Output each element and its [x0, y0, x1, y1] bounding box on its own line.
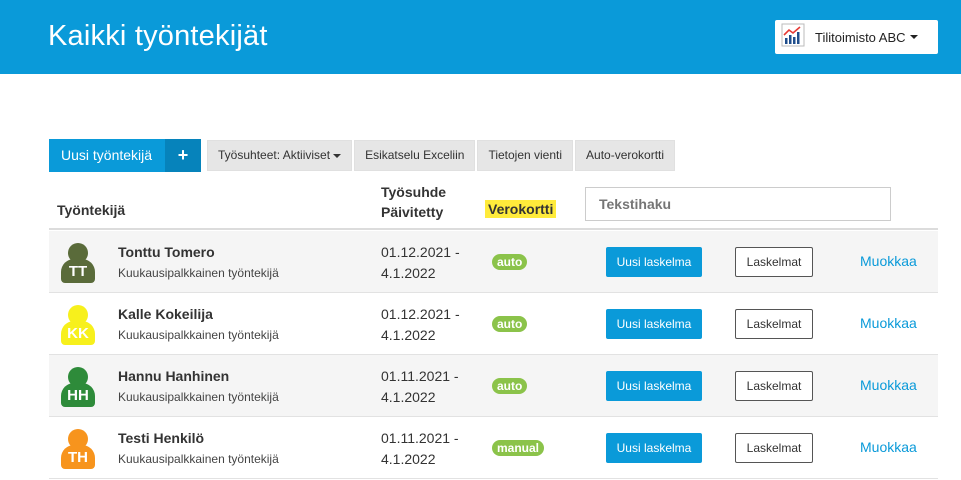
employment-start: 01.11.2021 -	[381, 430, 459, 446]
employment-updated: 4.1.2022	[381, 451, 436, 467]
employments-filter-dropdown[interactable]: Työsuhteet: Aktiiviset	[207, 140, 353, 171]
calculations-button[interactable]: Laskelmat	[735, 247, 813, 277]
new-employee-button[interactable]: Uusi työntekijä +	[49, 139, 201, 172]
column-employment[interactable]: Työsuhde Päivitetty	[381, 182, 446, 222]
employment-start: 01.11.2021 -	[381, 368, 459, 384]
employee-type: Kuukausipalkkainen työntekijä	[118, 390, 279, 404]
employment-start: 01.12.2021 -	[381, 306, 460, 322]
table-row: HH Hannu Hanhinen Kuukausipalkkainen työ…	[49, 355, 938, 417]
new-calculation-button[interactable]: Uusi laskelma	[606, 309, 702, 339]
table-row: TH Testi Henkilö Kuukausipalkkainen työn…	[49, 417, 938, 479]
auto-taxcard-button[interactable]: Auto-verokortti	[575, 140, 676, 171]
avatar-initials: TH	[61, 445, 95, 469]
employment-updated: 4.1.2022	[381, 265, 436, 281]
employment-start: 01.12.2021 -	[381, 244, 460, 260]
avatar-initials: TT	[61, 259, 95, 283]
employment-dates: 01.11.2021 - 4.1.2022	[381, 366, 459, 408]
avatar-initials: HH	[61, 383, 95, 407]
employee-name: Testi Henkilö	[118, 430, 205, 446]
employment-dates: 01.11.2021 - 4.1.2022	[381, 428, 459, 470]
avatar-initials: KK	[61, 321, 95, 345]
taxcard-badge: manual	[492, 440, 545, 456]
preview-excel-button[interactable]: Esikatselu Exceliin	[354, 140, 476, 171]
employments-filter-label: Työsuhteet: Aktiiviset	[218, 148, 331, 162]
column-taxcard[interactable]: Verokortti	[485, 200, 557, 218]
employee-type: Kuukausipalkkainen työntekijä	[118, 328, 279, 342]
taxcard-badge: auto	[492, 254, 528, 270]
page-title: Kaikki työntekijät	[48, 20, 268, 52]
plus-icon[interactable]: +	[165, 139, 201, 172]
edit-link[interactable]: Muokkaa	[860, 253, 917, 269]
employment-updated: 4.1.2022	[381, 327, 436, 343]
new-calculation-button[interactable]: Uusi laskelma	[606, 433, 702, 463]
avatar: TT	[61, 243, 95, 283]
avatar: TH	[61, 429, 95, 469]
calculations-button[interactable]: Laskelmat	[735, 309, 813, 339]
toolbar: Uusi työntekijä + Työsuhteet: Aktiiviset…	[49, 139, 676, 172]
new-employee-label: Uusi työntekijä	[61, 147, 153, 163]
new-calculation-button[interactable]: Uusi laskelma	[606, 247, 702, 277]
employee-type: Kuukausipalkkainen työntekijä	[118, 266, 279, 280]
search-input[interactable]	[585, 187, 891, 221]
table-row: TT Tonttu Tomero Kuukausipalkkainen työn…	[49, 231, 938, 293]
chart-logo-icon	[781, 23, 805, 52]
avatar: KK	[61, 305, 95, 345]
employee-name: Kalle Kokeilija	[118, 306, 213, 322]
chevron-down-icon	[333, 153, 342, 158]
calculations-button[interactable]: Laskelmat	[735, 433, 813, 463]
edit-link[interactable]: Muokkaa	[860, 377, 917, 393]
taxcard-badge: auto	[492, 378, 528, 394]
employee-name: Tonttu Tomero	[118, 244, 215, 260]
taxcard-badge: auto	[492, 316, 528, 332]
data-export-button[interactable]: Tietojen vienti	[477, 140, 574, 171]
column-employment-line1: Työsuhde	[381, 184, 447, 200]
calculations-button[interactable]: Laskelmat	[735, 371, 813, 401]
edit-link[interactable]: Muokkaa	[860, 439, 917, 455]
employee-name: Hannu Hanhinen	[118, 368, 230, 384]
table-row: KK Kalle Kokeilija Kuukausipalkkainen ty…	[49, 293, 938, 355]
new-calculation-button[interactable]: Uusi laskelma	[606, 371, 702, 401]
employment-updated: 4.1.2022	[381, 389, 436, 405]
employment-dates: 01.12.2021 - 4.1.2022	[381, 242, 460, 284]
column-employment-line2: Päivitetty	[381, 204, 444, 220]
company-selector[interactable]: Tilitoimisto ABC	[775, 20, 938, 54]
avatar: HH	[61, 367, 95, 407]
company-name: Tilitoimisto ABC	[815, 29, 906, 45]
column-employee[interactable]: Työntekijä	[57, 202, 125, 218]
table-header: Työntekijä Työsuhde Päivitetty Verokortt…	[49, 180, 938, 230]
edit-link[interactable]: Muokkaa	[860, 315, 917, 331]
employment-dates: 01.12.2021 - 4.1.2022	[381, 304, 460, 346]
chevron-down-icon	[909, 35, 918, 39]
employee-type: Kuukausipalkkainen työntekijä	[118, 452, 279, 466]
app-header: Kaikki työntekijät Tilitoimisto ABC	[0, 0, 961, 74]
